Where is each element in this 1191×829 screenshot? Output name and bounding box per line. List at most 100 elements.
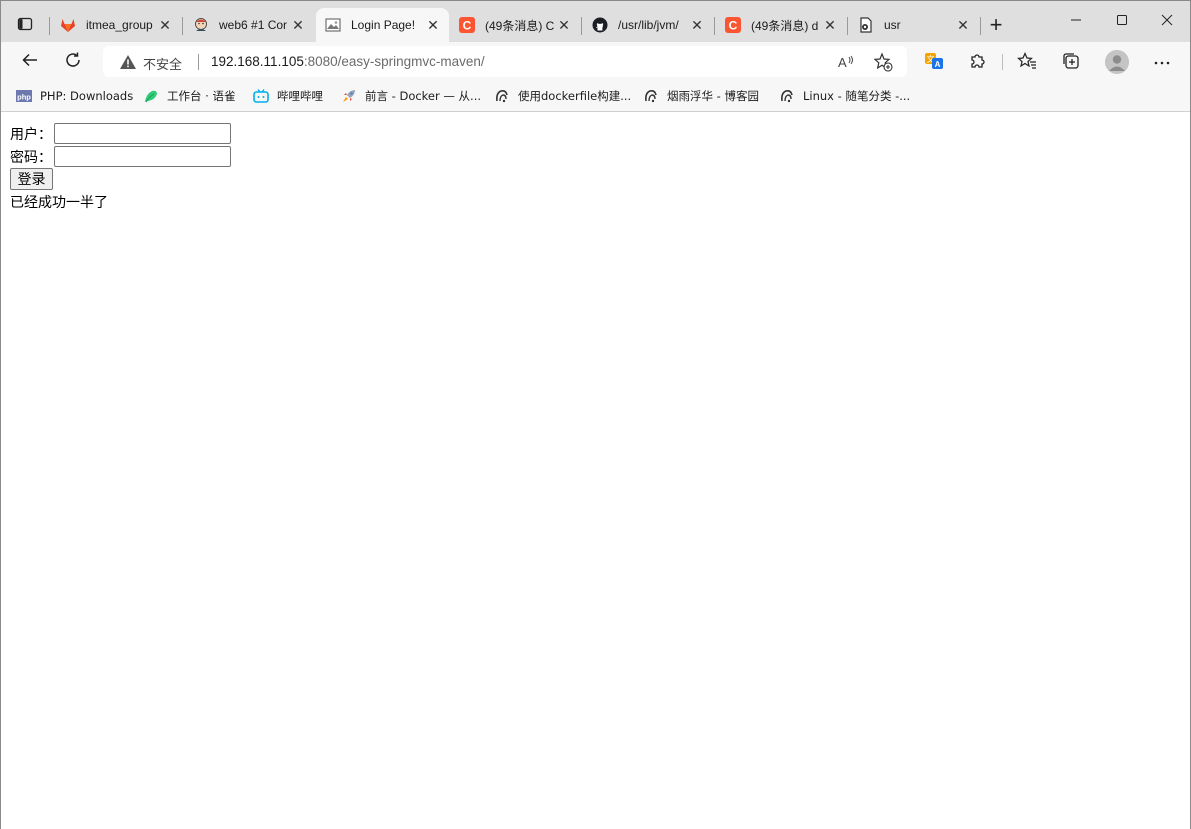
username-row: 用户： <box>10 123 231 144</box>
github-icon <box>592 17 608 33</box>
close-icon[interactable]: ✕ <box>556 17 572 33</box>
bookmark-yanyu[interactable]: 烟雨浮华 - 博客园 <box>643 85 759 107</box>
bookmark-docker[interactable]: 前言 - Docker — 从... <box>341 85 481 107</box>
plus-icon: + <box>989 12 1003 37</box>
gitlab-icon <box>60 17 76 33</box>
minimize-button[interactable] <box>1053 7 1099 35</box>
bookmark-label: 烟雨浮华 - 博客园 <box>667 89 759 103</box>
tab-title: itmea_group <box>86 18 153 32</box>
cnblogs-icon <box>494 88 510 104</box>
jenkins-icon <box>193 17 209 33</box>
translate-button[interactable]: 文A <box>922 50 946 74</box>
warning-icon[interactable] <box>119 53 137 71</box>
bookmark-label: 前言 - Docker — 从... <box>365 89 482 103</box>
yuque-icon <box>143 88 159 104</box>
close-icon[interactable]: ✕ <box>290 17 306 33</box>
bookmark-yuque[interactable]: 工作台 · 语雀 <box>143 85 235 107</box>
tab-itmea-group[interactable]: itmea_group ✕ <box>51 8 181 42</box>
browser-window: itmea_group ✕ web6 #1 Cor ✕ Login Page! … <box>0 0 1191 829</box>
tab-title: Login Page! <box>351 18 416 32</box>
tab-strip: itmea_group ✕ web6 #1 Cor ✕ Login Page! … <box>1 1 1190 42</box>
tab-separator <box>980 17 981 35</box>
more-horizontal-icon <box>1153 55 1171 69</box>
tab-csdn-2[interactable]: C (49条消息) d ✕ <box>716 8 846 42</box>
bookmark-label: PHP: Downloads <box>40 89 134 103</box>
tab-separator <box>49 17 50 35</box>
read-aloud-icon[interactable]: A <box>837 52 857 72</box>
php-icon: php <box>16 88 32 104</box>
close-icon[interactable]: ✕ <box>822 17 838 33</box>
favorites-icon <box>1017 51 1037 73</box>
tab-title: (49条消息) d <box>751 18 819 33</box>
tab-usr[interactable]: usr ✕ <box>849 8 979 42</box>
password-label: 密码： <box>10 149 52 166</box>
cnblogs-icon <box>643 88 659 104</box>
tab-login-page[interactable]: Login Page! ✕ <box>316 8 449 42</box>
toolbar-separator <box>1002 54 1003 70</box>
profile-avatar[interactable] <box>1105 50 1129 74</box>
tab-github[interactable]: /usr/lib/jvm/ ✕ <box>583 8 713 42</box>
tab-actions-icon <box>17 16 33 35</box>
address-divider <box>198 54 199 70</box>
refresh-button[interactable] <box>58 47 88 75</box>
bookmark-label: 使用dockerfile构建... <box>518 89 632 103</box>
password-row: 密码： <box>10 146 231 167</box>
bookmark-linux[interactable]: Linux - 随笔分类 -... <box>779 85 910 107</box>
bookmark-bilibili[interactable]: 哔哩哔哩 <box>253 85 323 107</box>
maximize-button[interactable] <box>1099 7 1145 35</box>
tab-web6[interactable]: web6 #1 Cor ✕ <box>184 8 314 42</box>
close-icon[interactable]: ✕ <box>689 17 705 33</box>
username-label: 用户： <box>10 126 52 143</box>
login-button[interactable]: 登录 <box>10 168 53 190</box>
bookmark-label: 哔哩哔哩 <box>277 89 323 103</box>
tab-title: web6 #1 Cor <box>219 18 288 32</box>
tab-actions-button[interactable] <box>12 12 38 38</box>
security-label[interactable]: 不安全 <box>143 54 182 73</box>
cnblogs-icon <box>779 88 795 104</box>
bookmark-label: Linux - 随笔分类 -... <box>803 89 911 103</box>
collections-button[interactable] <box>1059 50 1083 74</box>
bookmark-php-downloads[interactable]: php PHP: Downloads <box>16 85 133 107</box>
tab-separator <box>581 17 582 35</box>
close-icon[interactable]: ✕ <box>955 17 971 33</box>
back-button[interactable] <box>15 47 45 75</box>
maximize-icon <box>1116 14 1128 29</box>
close-icon[interactable]: ✕ <box>425 17 441 33</box>
tab-separator <box>847 17 848 35</box>
tab-title: (49条消息) C <box>485 18 555 33</box>
bilibili-icon <box>253 88 269 104</box>
page-image-icon <box>325 17 341 33</box>
address-bar[interactable]: 不安全 192.168.11.105:8080/easy-springmvc-m… <box>103 46 907 77</box>
arrow-left-icon <box>21 51 39 72</box>
csdn-icon: C <box>725 17 741 33</box>
puzzle-icon <box>969 52 987 73</box>
close-icon <box>1161 14 1173 29</box>
add-favorite-icon[interactable] <box>873 52 893 72</box>
svg-text:C: C <box>463 19 472 33</box>
close-icon[interactable]: ✕ <box>157 17 173 33</box>
tab-csdn-1[interactable]: C (49条消息) C ✕ <box>450 8 580 42</box>
close-window-button[interactable] <box>1144 7 1190 35</box>
svg-text:A: A <box>935 60 941 69</box>
url-host: 192.168.11.105 <box>211 54 304 69</box>
extensions-button[interactable] <box>966 50 990 74</box>
tab-separator <box>714 17 715 35</box>
translate-icon: 文A <box>924 51 944 74</box>
collections-icon <box>1061 51 1081 74</box>
svg-text:php: php <box>17 93 31 102</box>
username-input[interactable] <box>54 123 231 144</box>
status-message: 已经成功一半了 <box>10 195 108 211</box>
favorites-button[interactable] <box>1015 50 1039 74</box>
bookmark-dockerfile[interactable]: 使用dockerfile构建... <box>494 85 631 107</box>
url-text[interactable]: 192.168.11.105:8080/easy-springmvc-maven… <box>211 54 485 69</box>
file-icon <box>858 17 874 33</box>
tab-separator <box>182 17 183 35</box>
new-tab-button[interactable]: + <box>984 12 1008 37</box>
toolbar: 不安全 192.168.11.105:8080/easy-springmvc-m… <box>1 42 1190 80</box>
password-input[interactable] <box>54 146 231 167</box>
user-icon <box>1105 50 1129 74</box>
bookmarks-bar: php PHP: Downloads 工作台 · 语雀 哔哩哔哩 前言 - Do… <box>1 80 1190 112</box>
more-button[interactable] <box>1150 50 1174 74</box>
minimize-icon <box>1070 14 1082 29</box>
tab-title: usr <box>884 18 901 32</box>
